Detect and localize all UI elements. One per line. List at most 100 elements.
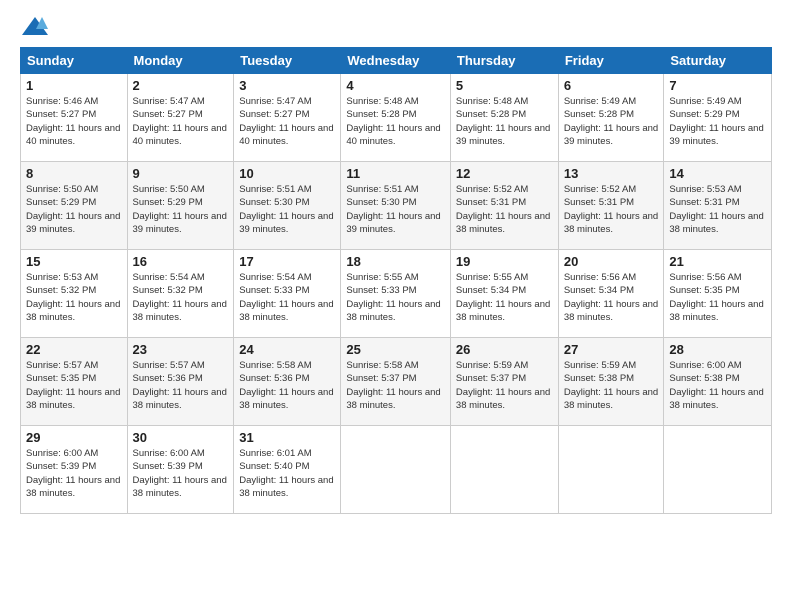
calendar-cell: 24 Sunrise: 5:58 AMSunset: 5:36 PMDaylig… <box>234 338 341 426</box>
calendar-cell: 17 Sunrise: 5:54 AMSunset: 5:33 PMDaylig… <box>234 250 341 338</box>
calendar-cell: 23 Sunrise: 5:57 AMSunset: 5:36 PMDaylig… <box>127 338 234 426</box>
day-number: 29 <box>26 430 122 445</box>
day-number: 7 <box>669 78 766 93</box>
header <box>20 15 772 39</box>
day-number: 15 <box>26 254 122 269</box>
day-number: 3 <box>239 78 335 93</box>
calendar-cell: 28 Sunrise: 6:00 AMSunset: 5:38 PMDaylig… <box>664 338 772 426</box>
calendar-cell <box>341 426 451 514</box>
day-info: Sunrise: 5:50 AMSunset: 5:29 PMDaylight:… <box>26 184 120 235</box>
day-number: 28 <box>669 342 766 357</box>
day-info: Sunrise: 5:58 AMSunset: 5:36 PMDaylight:… <box>239 360 333 411</box>
day-info: Sunrise: 5:54 AMSunset: 5:32 PMDaylight:… <box>133 272 227 323</box>
day-number: 1 <box>26 78 122 93</box>
day-number: 6 <box>564 78 659 93</box>
day-info: Sunrise: 5:52 AMSunset: 5:31 PMDaylight:… <box>456 184 550 235</box>
day-number: 25 <box>346 342 445 357</box>
day-number: 23 <box>133 342 229 357</box>
calendar-cell <box>664 426 772 514</box>
calendar-week-row: 22 Sunrise: 5:57 AMSunset: 5:35 PMDaylig… <box>21 338 772 426</box>
day-number: 31 <box>239 430 335 445</box>
day-info: Sunrise: 5:59 AMSunset: 5:38 PMDaylight:… <box>564 360 658 411</box>
day-number: 27 <box>564 342 659 357</box>
day-info: Sunrise: 6:00 AMSunset: 5:39 PMDaylight:… <box>26 448 120 499</box>
calendar-header-row: SundayMondayTuesdayWednesdayThursdayFrid… <box>21 48 772 74</box>
calendar-cell <box>558 426 664 514</box>
calendar-cell <box>450 426 558 514</box>
calendar-cell: 16 Sunrise: 5:54 AMSunset: 5:32 PMDaylig… <box>127 250 234 338</box>
calendar-cell: 9 Sunrise: 5:50 AMSunset: 5:29 PMDayligh… <box>127 162 234 250</box>
calendar-week-row: 8 Sunrise: 5:50 AMSunset: 5:29 PMDayligh… <box>21 162 772 250</box>
day-number: 30 <box>133 430 229 445</box>
day-number: 12 <box>456 166 553 181</box>
day-info: Sunrise: 5:49 AMSunset: 5:29 PMDaylight:… <box>669 96 763 147</box>
column-header-tuesday: Tuesday <box>234 48 341 74</box>
day-info: Sunrise: 6:00 AMSunset: 5:39 PMDaylight:… <box>133 448 227 499</box>
day-info: Sunrise: 5:46 AMSunset: 5:27 PMDaylight:… <box>26 96 120 147</box>
calendar-cell: 25 Sunrise: 5:58 AMSunset: 5:37 PMDaylig… <box>341 338 451 426</box>
column-header-saturday: Saturday <box>664 48 772 74</box>
column-header-friday: Friday <box>558 48 664 74</box>
day-number: 26 <box>456 342 553 357</box>
calendar-cell: 15 Sunrise: 5:53 AMSunset: 5:32 PMDaylig… <box>21 250 128 338</box>
calendar-cell: 2 Sunrise: 5:47 AMSunset: 5:27 PMDayligh… <box>127 74 234 162</box>
calendar-table: SundayMondayTuesdayWednesdayThursdayFrid… <box>20 47 772 514</box>
day-number: 11 <box>346 166 445 181</box>
day-number: 21 <box>669 254 766 269</box>
calendar-cell: 11 Sunrise: 5:51 AMSunset: 5:30 PMDaylig… <box>341 162 451 250</box>
calendar-cell: 26 Sunrise: 5:59 AMSunset: 5:37 PMDaylig… <box>450 338 558 426</box>
day-number: 2 <box>133 78 229 93</box>
day-info: Sunrise: 5:55 AMSunset: 5:34 PMDaylight:… <box>456 272 550 323</box>
column-header-wednesday: Wednesday <box>341 48 451 74</box>
day-info: Sunrise: 5:59 AMSunset: 5:37 PMDaylight:… <box>456 360 550 411</box>
day-info: Sunrise: 5:58 AMSunset: 5:37 PMDaylight:… <box>346 360 440 411</box>
day-info: Sunrise: 5:54 AMSunset: 5:33 PMDaylight:… <box>239 272 333 323</box>
calendar-cell: 7 Sunrise: 5:49 AMSunset: 5:29 PMDayligh… <box>664 74 772 162</box>
day-number: 14 <box>669 166 766 181</box>
calendar-week-row: 29 Sunrise: 6:00 AMSunset: 5:39 PMDaylig… <box>21 426 772 514</box>
calendar-cell: 3 Sunrise: 5:47 AMSunset: 5:27 PMDayligh… <box>234 74 341 162</box>
calendar-cell: 1 Sunrise: 5:46 AMSunset: 5:27 PMDayligh… <box>21 74 128 162</box>
day-number: 8 <box>26 166 122 181</box>
logo-icon <box>20 15 50 39</box>
calendar-cell: 18 Sunrise: 5:55 AMSunset: 5:33 PMDaylig… <box>341 250 451 338</box>
day-info: Sunrise: 5:50 AMSunset: 5:29 PMDaylight:… <box>133 184 227 235</box>
calendar-cell: 27 Sunrise: 5:59 AMSunset: 5:38 PMDaylig… <box>558 338 664 426</box>
column-header-sunday: Sunday <box>21 48 128 74</box>
calendar-week-row: 1 Sunrise: 5:46 AMSunset: 5:27 PMDayligh… <box>21 74 772 162</box>
calendar-cell: 10 Sunrise: 5:51 AMSunset: 5:30 PMDaylig… <box>234 162 341 250</box>
page: SundayMondayTuesdayWednesdayThursdayFrid… <box>0 0 792 612</box>
calendar-cell: 12 Sunrise: 5:52 AMSunset: 5:31 PMDaylig… <box>450 162 558 250</box>
day-number: 5 <box>456 78 553 93</box>
day-info: Sunrise: 5:57 AMSunset: 5:35 PMDaylight:… <box>26 360 120 411</box>
column-header-thursday: Thursday <box>450 48 558 74</box>
day-info: Sunrise: 6:01 AMSunset: 5:40 PMDaylight:… <box>239 448 333 499</box>
calendar-cell: 4 Sunrise: 5:48 AMSunset: 5:28 PMDayligh… <box>341 74 451 162</box>
day-info: Sunrise: 6:00 AMSunset: 5:38 PMDaylight:… <box>669 360 763 411</box>
calendar-cell: 21 Sunrise: 5:56 AMSunset: 5:35 PMDaylig… <box>664 250 772 338</box>
day-number: 18 <box>346 254 445 269</box>
calendar-cell: 19 Sunrise: 5:55 AMSunset: 5:34 PMDaylig… <box>450 250 558 338</box>
logo <box>20 15 52 39</box>
calendar-cell: 5 Sunrise: 5:48 AMSunset: 5:28 PMDayligh… <box>450 74 558 162</box>
day-info: Sunrise: 5:53 AMSunset: 5:32 PMDaylight:… <box>26 272 120 323</box>
calendar-cell: 8 Sunrise: 5:50 AMSunset: 5:29 PMDayligh… <box>21 162 128 250</box>
day-number: 20 <box>564 254 659 269</box>
day-number: 16 <box>133 254 229 269</box>
day-info: Sunrise: 5:49 AMSunset: 5:28 PMDaylight:… <box>564 96 658 147</box>
day-info: Sunrise: 5:47 AMSunset: 5:27 PMDaylight:… <box>239 96 333 147</box>
day-info: Sunrise: 5:47 AMSunset: 5:27 PMDaylight:… <box>133 96 227 147</box>
calendar-cell: 22 Sunrise: 5:57 AMSunset: 5:35 PMDaylig… <box>21 338 128 426</box>
calendar-cell: 6 Sunrise: 5:49 AMSunset: 5:28 PMDayligh… <box>558 74 664 162</box>
calendar-cell: 31 Sunrise: 6:01 AMSunset: 5:40 PMDaylig… <box>234 426 341 514</box>
day-info: Sunrise: 5:53 AMSunset: 5:31 PMDaylight:… <box>669 184 763 235</box>
day-info: Sunrise: 5:55 AMSunset: 5:33 PMDaylight:… <box>346 272 440 323</box>
day-info: Sunrise: 5:52 AMSunset: 5:31 PMDaylight:… <box>564 184 658 235</box>
day-number: 4 <box>346 78 445 93</box>
calendar-week-row: 15 Sunrise: 5:53 AMSunset: 5:32 PMDaylig… <box>21 250 772 338</box>
day-info: Sunrise: 5:56 AMSunset: 5:35 PMDaylight:… <box>669 272 763 323</box>
column-header-monday: Monday <box>127 48 234 74</box>
day-number: 22 <box>26 342 122 357</box>
calendar-cell: 20 Sunrise: 5:56 AMSunset: 5:34 PMDaylig… <box>558 250 664 338</box>
day-info: Sunrise: 5:57 AMSunset: 5:36 PMDaylight:… <box>133 360 227 411</box>
